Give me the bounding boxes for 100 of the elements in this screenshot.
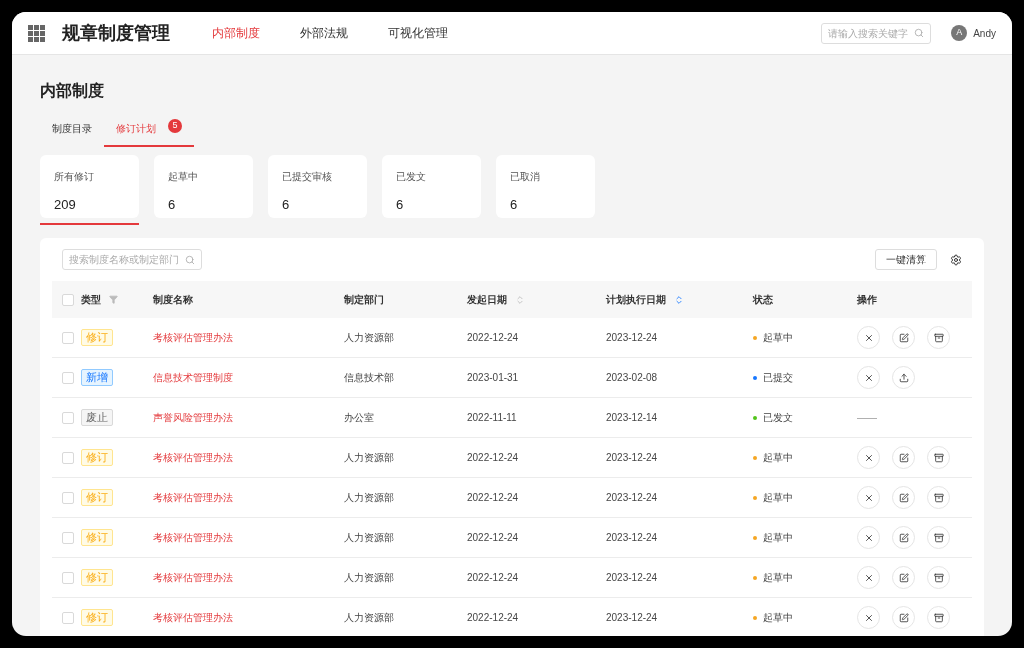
checkbox[interactable] <box>62 371 74 384</box>
type-tag: 新增 <box>81 369 113 386</box>
table-cell: 2022-12-24 <box>467 572 519 583</box>
table-cell: 人力资源部 <box>344 612 394 623</box>
stat-value: 6 <box>396 196 405 214</box>
status-text: 起草中 <box>763 451 793 465</box>
clear-button[interactable]: 一键清算 <box>875 249 937 270</box>
regulation-link[interactable]: 考核评估管理办法 <box>153 612 233 623</box>
stat-label: 所有修订 <box>54 170 95 184</box>
search-field[interactable]: 请输入搜索关键字 <box>821 22 932 44</box>
table-cell: 2022-12-24 <box>467 532 519 543</box>
table-cell: 2022-12-24 <box>467 452 519 463</box>
archive-icon <box>933 532 944 543</box>
archive-icon <box>933 332 944 343</box>
app-title: 规章制度管理 <box>62 21 170 45</box>
nav-link[interactable]: 可视化管理 <box>388 24 448 42</box>
checkbox[interactable] <box>62 411 74 424</box>
regulation-link[interactable]: 声誉风险管理办法 <box>153 412 233 423</box>
type-tag: 修订 <box>81 489 113 506</box>
stat-card[interactable]: 已取消 6 <box>496 155 595 218</box>
table-cell: 2023-12-24 <box>606 572 658 583</box>
sort-icon[interactable] <box>674 294 684 305</box>
nav-link[interactable]: 内部制度 <box>212 24 260 42</box>
archive-icon <box>933 492 944 503</box>
edit-icon <box>898 612 909 623</box>
checkbox[interactable] <box>62 531 74 544</box>
close-icon <box>863 612 874 623</box>
checkbox[interactable] <box>62 491 74 504</box>
settings-icon[interactable] <box>950 253 962 266</box>
status-text: 已发文 <box>763 411 793 425</box>
column-header: 操作 <box>857 293 877 307</box>
table-cell: 2023-12-24 <box>606 492 658 503</box>
table-cell: 办公室 <box>344 412 374 423</box>
checkbox[interactable] <box>62 293 74 306</box>
column-header: 状态 <box>753 293 773 307</box>
table-cell: 人力资源部 <box>344 532 394 543</box>
table-cell: 2023-02-08 <box>606 372 658 383</box>
avatar[interactable]: A <box>951 25 968 41</box>
stat-value: 6 <box>510 196 519 214</box>
type-tag: 修订 <box>81 329 113 346</box>
column-header: 计划执行日期 <box>606 293 666 307</box>
table-cell: 2022-12-24 <box>467 332 519 343</box>
edit-icon <box>898 332 909 343</box>
column-header: 制定部门 <box>344 293 384 307</box>
status-text: 起草中 <box>763 531 793 545</box>
stat-card[interactable]: 已提交审核 6 <box>268 155 367 218</box>
table-search-field[interactable]: 搜索制度名称或制定部门 <box>62 249 202 270</box>
table-cell: 人力资源部 <box>344 572 394 583</box>
status-text: 起草中 <box>763 611 793 625</box>
stat-label: 已发文 <box>396 170 427 184</box>
checkbox[interactable] <box>62 571 74 584</box>
type-tag: 修订 <box>81 449 113 466</box>
edit-icon <box>898 492 909 503</box>
status-text: 起草中 <box>763 571 793 585</box>
search-icon <box>185 254 195 265</box>
close-icon <box>863 332 874 343</box>
count-badge: 5 <box>168 119 182 133</box>
checkbox[interactable] <box>62 331 74 344</box>
column-header: 类型 <box>81 293 101 307</box>
archive-icon <box>933 612 944 623</box>
checkbox[interactable] <box>62 451 74 464</box>
regulation-link[interactable]: 考核评估管理办法 <box>153 452 233 463</box>
tab[interactable]: 制度目录 <box>40 120 104 147</box>
table-cell: 2022-12-24 <box>467 612 519 623</box>
table-cell: 2023-12-24 <box>606 532 658 543</box>
status-text: 已提交 <box>763 371 793 385</box>
stat-card[interactable]: 所有修订 209 <box>40 155 139 218</box>
table-cell: 2022-12-24 <box>467 492 519 503</box>
status-text: 起草中 <box>763 491 793 505</box>
type-tag: 废止 <box>81 409 113 426</box>
status-text: 起草中 <box>763 331 793 345</box>
regulation-link[interactable]: 考核评估管理办法 <box>153 572 233 583</box>
table-cell: 2023-12-24 <box>606 332 658 343</box>
table-cell: 2023-12-14 <box>606 412 658 423</box>
stat-label: 起草中 <box>168 170 199 184</box>
regulation-link[interactable]: 信息技术管理制度 <box>153 372 233 383</box>
stat-label: 已提交审核 <box>282 170 333 184</box>
table-cell: 信息技术部 <box>344 372 394 383</box>
page-title: 内部制度 <box>40 81 105 101</box>
column-header: 发起日期 <box>467 293 507 307</box>
close-icon <box>863 572 874 583</box>
table-cell: 人力资源部 <box>344 332 394 343</box>
nav-link[interactable]: 外部法规 <box>300 24 348 42</box>
type-tag: 修订 <box>81 529 113 546</box>
archive-icon <box>933 452 944 463</box>
grid-menu-icon[interactable] <box>28 24 45 42</box>
stat-card[interactable]: 起草中 6 <box>154 155 253 218</box>
tab[interactable]: 修订计划 5 <box>104 120 194 147</box>
checkbox[interactable] <box>62 611 74 624</box>
stat-value: 6 <box>282 196 291 214</box>
regulation-link[interactable]: 考核评估管理办法 <box>153 532 233 543</box>
stat-label: 已取消 <box>510 170 541 184</box>
stat-card[interactable]: 已发文 6 <box>382 155 481 218</box>
edit-icon <box>898 532 909 543</box>
close-icon <box>863 372 874 383</box>
close-icon <box>863 492 874 503</box>
regulation-link[interactable]: 考核评估管理办法 <box>153 332 233 343</box>
table-cell: 2023-12-24 <box>606 452 658 463</box>
regulation-link[interactable]: 考核评估管理办法 <box>153 492 233 503</box>
edit-icon <box>898 452 909 463</box>
